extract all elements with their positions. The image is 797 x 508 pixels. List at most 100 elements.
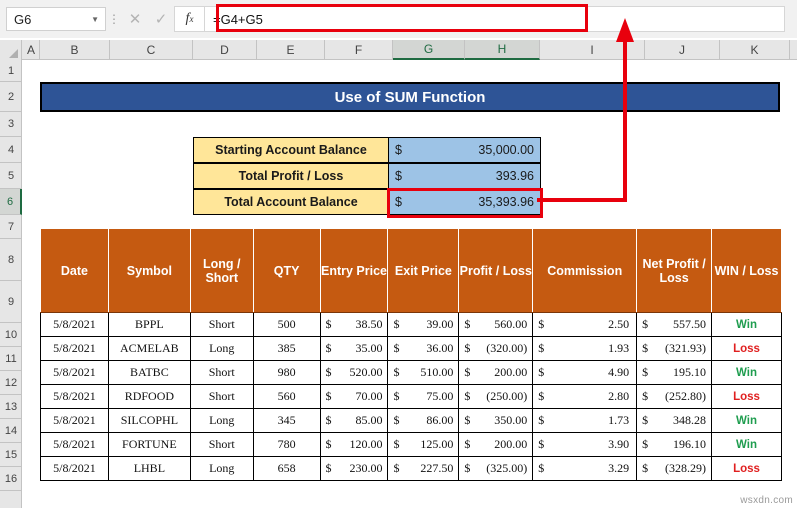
column-header-date[interactable]: Date: [40, 228, 109, 313]
column-header-I[interactable]: I: [540, 40, 645, 60]
column-header-A[interactable]: A: [23, 40, 40, 60]
cell-date[interactable]: 5/8/2021: [40, 456, 109, 481]
column-header-commission[interactable]: Commission: [532, 228, 638, 313]
cell-exit-price[interactable]: $227.50: [387, 456, 460, 481]
cell-exit-price[interactable]: $36.00: [387, 336, 460, 361]
cell-commission[interactable]: $3.90: [532, 432, 638, 457]
cell-win-loss[interactable]: Loss: [711, 384, 782, 409]
cell-commission[interactable]: $2.80: [532, 384, 638, 409]
cell-qty[interactable]: 780: [252, 432, 321, 457]
column-header-H[interactable]: H: [465, 40, 540, 60]
column-header-D[interactable]: D: [193, 40, 257, 60]
cell-commission[interactable]: $1.73: [532, 408, 638, 433]
cell-symbol[interactable]: LHBL: [107, 456, 191, 481]
cell-profit-loss[interactable]: $ (320.00): [458, 336, 534, 361]
row-header-11[interactable]: 11: [0, 347, 22, 371]
summary-value[interactable]: $ 393.96: [389, 163, 541, 189]
row-header-12[interactable]: 12: [0, 371, 22, 395]
row-header-3[interactable]: 3: [0, 112, 22, 137]
table-row[interactable]: 5/8/2021 ACMELAB Long 385 $35.00 $36.00 …: [40, 336, 782, 361]
cell-long-short[interactable]: Short: [189, 384, 254, 409]
formula-input-wrapper[interactable]: fx =G4+G5: [174, 6, 785, 32]
cell-net-profit-loss[interactable]: $557.50: [636, 312, 713, 337]
cell-profit-loss[interactable]: $200.00: [458, 432, 534, 457]
cell-entry-price[interactable]: $520.00: [319, 360, 389, 385]
cell-qty[interactable]: 560: [252, 384, 321, 409]
row-header-15[interactable]: 15: [0, 443, 22, 467]
cell-symbol[interactable]: BPPL: [107, 312, 191, 337]
column-header-B[interactable]: B: [40, 40, 110, 60]
cell-date[interactable]: 5/8/2021: [40, 312, 109, 337]
cell-net-profit-loss[interactable]: $ (321.93): [636, 336, 713, 361]
cell-entry-price[interactable]: $85.00: [319, 408, 389, 433]
row-header-1[interactable]: 1: [0, 60, 22, 82]
column-header-C[interactable]: C: [110, 40, 193, 60]
table-row[interactable]: 5/8/2021 RDFOOD Short 560 $70.00 $75.00 …: [40, 384, 782, 409]
cell-net-profit-loss[interactable]: $ (252.80): [636, 384, 713, 409]
row-header-2[interactable]: 2: [0, 82, 22, 112]
cell-win-loss[interactable]: Win: [711, 432, 782, 457]
table-row[interactable]: 5/8/2021 LHBL Long 658 $230.00 $227.50 $…: [40, 456, 782, 481]
cell-date[interactable]: 5/8/2021: [40, 336, 109, 361]
cell-qty[interactable]: 345: [252, 408, 321, 433]
row-header-6[interactable]: 6: [0, 189, 22, 215]
cell-profit-loss[interactable]: $200.00: [458, 360, 534, 385]
cell-win-loss[interactable]: Loss: [711, 336, 782, 361]
formula-input[interactable]: =G4+G5: [205, 7, 784, 31]
summary-value[interactable]: $ 35,000.00: [389, 137, 541, 163]
cell-exit-price[interactable]: $125.00: [387, 432, 460, 457]
cell-qty[interactable]: 500: [252, 312, 321, 337]
cell-win-loss[interactable]: Win: [711, 360, 782, 385]
cell-profit-loss[interactable]: $ (325.00): [458, 456, 534, 481]
summary-value-selected-cell[interactable]: $ 35,393.96: [389, 189, 541, 215]
cell-net-profit-loss[interactable]: $196.10: [636, 432, 713, 457]
cell-commission[interactable]: $4.90: [532, 360, 638, 385]
row-header-16[interactable]: 16: [0, 467, 22, 491]
cell-symbol[interactable]: SILCOPHL: [107, 408, 191, 433]
cell-qty[interactable]: 385: [252, 336, 321, 361]
cell-long-short[interactable]: Long: [189, 336, 254, 361]
cell-exit-price[interactable]: $75.00: [387, 384, 460, 409]
column-header-long-short[interactable]: Long / Short: [189, 228, 254, 313]
close-icon[interactable]: ✕: [122, 7, 148, 31]
row-header-5[interactable]: 5: [0, 163, 22, 189]
cell-long-short[interactable]: Short: [189, 360, 254, 385]
cell-commission[interactable]: $3.29: [532, 456, 638, 481]
cell-entry-price[interactable]: $120.00: [319, 432, 389, 457]
column-header-entry-price[interactable]: Entry Price: [319, 228, 389, 313]
row-header-7[interactable]: 7: [0, 215, 22, 239]
name-box[interactable]: G6 ▼: [6, 7, 106, 31]
table-row[interactable]: 5/8/2021 FORTUNE Short 780 $120.00 $125.…: [40, 432, 782, 457]
cell-date[interactable]: 5/8/2021: [40, 360, 109, 385]
column-header-profit-loss[interactable]: Profit / Loss: [458, 228, 534, 313]
cell-qty[interactable]: 658: [252, 456, 321, 481]
column-header-J[interactable]: J: [645, 40, 720, 60]
fx-icon[interactable]: fx: [175, 7, 205, 31]
cell-symbol[interactable]: FORTUNE: [107, 432, 191, 457]
select-all-corner[interactable]: [0, 40, 22, 60]
table-row[interactable]: 5/8/2021 SILCOPHL Long 345 $85.00 $86.00…: [40, 408, 782, 433]
cell-long-short[interactable]: Short: [189, 432, 254, 457]
row-header-4[interactable]: 4: [0, 137, 22, 163]
cell-net-profit-loss[interactable]: $195.10: [636, 360, 713, 385]
cell-exit-price[interactable]: $510.00: [387, 360, 460, 385]
summary-row-starting-balance[interactable]: Starting Account Balance $ 35,000.00: [193, 137, 541, 163]
cell-exit-price[interactable]: $86.00: [387, 408, 460, 433]
cell-commission[interactable]: $1.93: [532, 336, 638, 361]
row-header-8[interactable]: 8: [0, 239, 22, 281]
cell-entry-price[interactable]: $38.50: [319, 312, 389, 337]
cell-commission[interactable]: $2.50: [532, 312, 638, 337]
table-row[interactable]: 5/8/2021 BATBC Short 980 $520.00 $510.00…: [40, 360, 782, 385]
summary-row-total-account-balance[interactable]: Total Account Balance $ 35,393.96: [193, 189, 541, 215]
cell-win-loss[interactable]: Win: [711, 408, 782, 433]
cell-date[interactable]: 5/8/2021: [40, 384, 109, 409]
column-header-net-profit-loss[interactable]: Net Profit / Loss: [636, 228, 713, 313]
column-header-E[interactable]: E: [257, 40, 325, 60]
cell-symbol[interactable]: BATBC: [107, 360, 191, 385]
column-header-G[interactable]: G: [393, 40, 465, 60]
cell-long-short[interactable]: Long: [189, 456, 254, 481]
column-header-qty[interactable]: QTY: [252, 228, 321, 313]
cell-net-profit-loss[interactable]: $348.28: [636, 408, 713, 433]
cell-profit-loss[interactable]: $ (250.00): [458, 384, 534, 409]
check-icon[interactable]: ✓: [148, 7, 174, 31]
